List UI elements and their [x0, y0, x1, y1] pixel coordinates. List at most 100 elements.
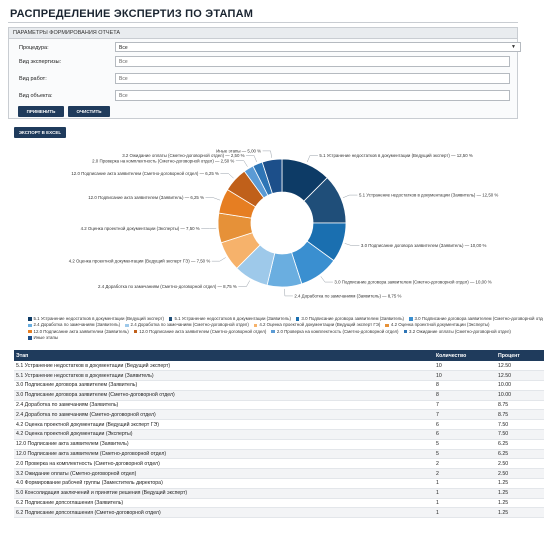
- legend-swatch-icon: [28, 329, 32, 334]
- legend-swatch-icon: [125, 323, 129, 327]
- legend-item[interactable]: 3.2 Ожидание оплаты (Сметно-договорной о…: [403, 328, 511, 335]
- table-row: 3.0 Подписание договора заявителем (Заяв…: [14, 380, 544, 391]
- percent-cell: 12.50: [496, 361, 544, 372]
- legend-label: Иные этапы: [33, 335, 58, 341]
- header-stage[interactable]: Этап: [14, 350, 434, 361]
- quantity-cell: 6: [434, 419, 496, 431]
- procedure-select-value: Все: [119, 45, 128, 51]
- legend-label: 2.4 Доработка по замечаниям (Заявитель): [33, 322, 121, 328]
- callout-leader: [246, 155, 257, 163]
- legend-label: 2.0 Проверка на комплектность (Сметно-до…: [276, 328, 399, 334]
- quantity-cell: 1: [434, 507, 496, 519]
- expertise-type-input[interactable]: [115, 56, 510, 67]
- export-excel-button[interactable]: ЭКСПОРТ В EXCEL: [14, 127, 66, 138]
- stage-cell: 4.2 Оценка проектной документации (Экспе…: [14, 429, 434, 440]
- quantity-cell: 6: [434, 429, 496, 440]
- stage-cell: 3.0 Подписание договора заявителем (Заяв…: [14, 380, 434, 391]
- legend-label: 5.1 Устранение недостатков в документаци…: [174, 316, 291, 321]
- quantity-cell: 10: [434, 361, 496, 372]
- legend-label: 2.4 Доработка по замечаниям (Сметно-дого…: [130, 322, 249, 328]
- title-divider: [8, 22, 518, 23]
- slice-callout-label: 3.0 Подписание договора заявителем (Смет…: [334, 280, 491, 285]
- legend-swatch-icon: [168, 317, 173, 321]
- percent-cell: 1.25: [496, 488, 544, 499]
- quantity-cell: 7: [434, 400, 496, 411]
- stage-cell: 6.2 Подписание допсоглашения (Заявитель): [14, 498, 434, 509]
- callout-leader: [344, 243, 360, 246]
- stage-cell: 6.2 Подписание допсоглашения (Сметно-дог…: [14, 507, 434, 519]
- legend-swatch-icon: [253, 323, 258, 327]
- legend-swatch-icon: [295, 317, 300, 321]
- page-title: РАСПРЕДЕЛЕНИЕ ЭКСПЕРТИЗ ПО ЭТАПАМ: [10, 8, 254, 20]
- object-type-row: Вид объекта:: [9, 90, 517, 102]
- stage-cell: 2.0 Проверка на комплектность (Сметно-до…: [14, 458, 434, 470]
- slice-callout-label: Иные этапы — 5,00 %: [216, 148, 261, 153]
- quantity-cell: 7: [434, 409, 496, 421]
- table-body: 5.1 Устранение недостатков в документаци…: [14, 361, 544, 519]
- stage-cell: 3.2 Ожидание оплаты (Сметно-договорной о…: [14, 468, 434, 480]
- pie-chart-area: 5.1 Устранение недостатков в документаци…: [0, 140, 545, 345]
- legend-label: 4.2 Оценка проектной документации (Экспе…: [390, 322, 490, 328]
- table-row: 5.0 Консолидация заключений и принятие р…: [14, 488, 544, 499]
- slice-callout-label: 2.4 Доработка по замечаниям (Заявитель) …: [294, 293, 401, 298]
- percent-cell: 12.50: [496, 370, 544, 382]
- percent-cell: 7.50: [496, 429, 544, 440]
- slice-callout-label: 5.1 Устранение недостатков в документаци…: [319, 153, 472, 158]
- stages-table: Этап Количество Процент 5.1 Устранение н…: [14, 350, 544, 519]
- percent-cell: 2.50: [496, 468, 544, 480]
- legend-swatch-icon: [271, 329, 275, 334]
- percent-cell: 6.25: [496, 439, 544, 450]
- table-row: 3.0 Подписание договора заявителем (Смет…: [14, 390, 544, 401]
- object-type-label: Вид объекта:: [19, 93, 53, 99]
- legend-swatch-icon: [28, 323, 32, 327]
- table-row: 5.1 Устранение недостатков в документаци…: [14, 370, 544, 382]
- legend-item[interactable]: Иные этапы: [28, 335, 58, 341]
- legend-label: 3.2 Ожидание оплаты (Сметно-договорной о…: [409, 328, 511, 334]
- quantity-cell: 1: [434, 488, 496, 499]
- work-type-input[interactable]: [115, 73, 510, 84]
- quantity-cell: 5: [434, 449, 496, 460]
- table-row: 2.0 Проверка на комплектность (Сметно-до…: [14, 458, 544, 470]
- chart-legend: 5.1 Устранение недостатков в документаци…: [28, 316, 543, 342]
- table-row: 6.2 Подписание допсоглашения (Заявитель)…: [14, 498, 544, 509]
- expertise-type-row: Вид экспертизы:: [9, 56, 517, 68]
- legend-swatch-icon: [385, 323, 389, 327]
- legend-label: 5.1 Устранение недостатков в документаци…: [33, 316, 164, 321]
- header-percent[interactable]: Процент: [496, 350, 544, 361]
- stage-cell: 12.0 Подписание акта заявителем (Сметно-…: [14, 449, 434, 460]
- percent-cell: 6.25: [496, 449, 544, 460]
- table-row: 6.2 Подписание допсоглашения (Сметно-дог…: [14, 507, 544, 519]
- slice-callout-label: 3.2 Ожидание оплаты (Сметно-договорной о…: [122, 153, 244, 158]
- header-quantity[interactable]: Количество: [434, 350, 496, 361]
- legend-item[interactable]: 2.0 Проверка на комплектность (Сметно-до…: [271, 328, 399, 335]
- slice-callout-label: 2.4 Доработка по замечаниям (Сметно-дого…: [98, 284, 237, 289]
- callout-leader: [201, 227, 217, 229]
- work-type-label: Вид работ:: [19, 76, 47, 82]
- quantity-cell: 2: [434, 458, 496, 470]
- slice-callout-label: 12.0 Подписание акта заявителем (Сметно-…: [71, 171, 219, 176]
- table-row: 2.4 Доработка по замечаниям (Сметно-дого…: [14, 409, 544, 421]
- apply-button[interactable]: ПРИМЕНИТЬ: [18, 106, 64, 117]
- callout-leader: [205, 197, 221, 201]
- chevron-down-icon: ▼: [511, 44, 516, 50]
- legend-item[interactable]: 12.0 Подписание акта заявителем (Сметно-…: [133, 328, 267, 335]
- legend-label: 12.0 Подписание акта заявителем (Сметно-…: [139, 328, 267, 334]
- slice-callout-label: 2.0 Проверка на комплектность (Сметно-до…: [92, 158, 234, 163]
- table-row: 4.2 Оценка проектной документации (Ведущ…: [14, 419, 544, 431]
- stage-cell: 5.1 Устранение недостатков в документаци…: [14, 370, 434, 382]
- clear-button[interactable]: ОЧИСТИТЬ: [68, 106, 110, 117]
- quantity-cell: 10: [434, 370, 496, 382]
- slice-callout-label: 4.2 Оценка проектной документации (Экспе…: [81, 226, 200, 231]
- table-row: 5.1 Устранение недостатков в документаци…: [14, 361, 544, 372]
- table-row: 12.0 Подписание акта заявителем (Заявите…: [14, 439, 544, 450]
- quantity-cell: 8: [434, 390, 496, 401]
- procedure-select[interactable]: Все ▼: [115, 42, 521, 52]
- stage-cell: 2.4 Доработка по замечаниям (Заявитель): [14, 400, 434, 411]
- legend-swatch-icon: [28, 336, 32, 340]
- object-type-input[interactable]: [115, 90, 510, 101]
- quantity-cell: 8: [434, 380, 496, 391]
- stage-cell: 5.1 Устранение недостатков в документаци…: [14, 361, 434, 372]
- stage-cell: 4.2 Оценка проектной документации (Ведущ…: [14, 419, 434, 431]
- stage-cell: 3.0 Подписание договора заявителем (Смет…: [14, 390, 434, 401]
- procedure-label: Процедура:: [19, 45, 49, 51]
